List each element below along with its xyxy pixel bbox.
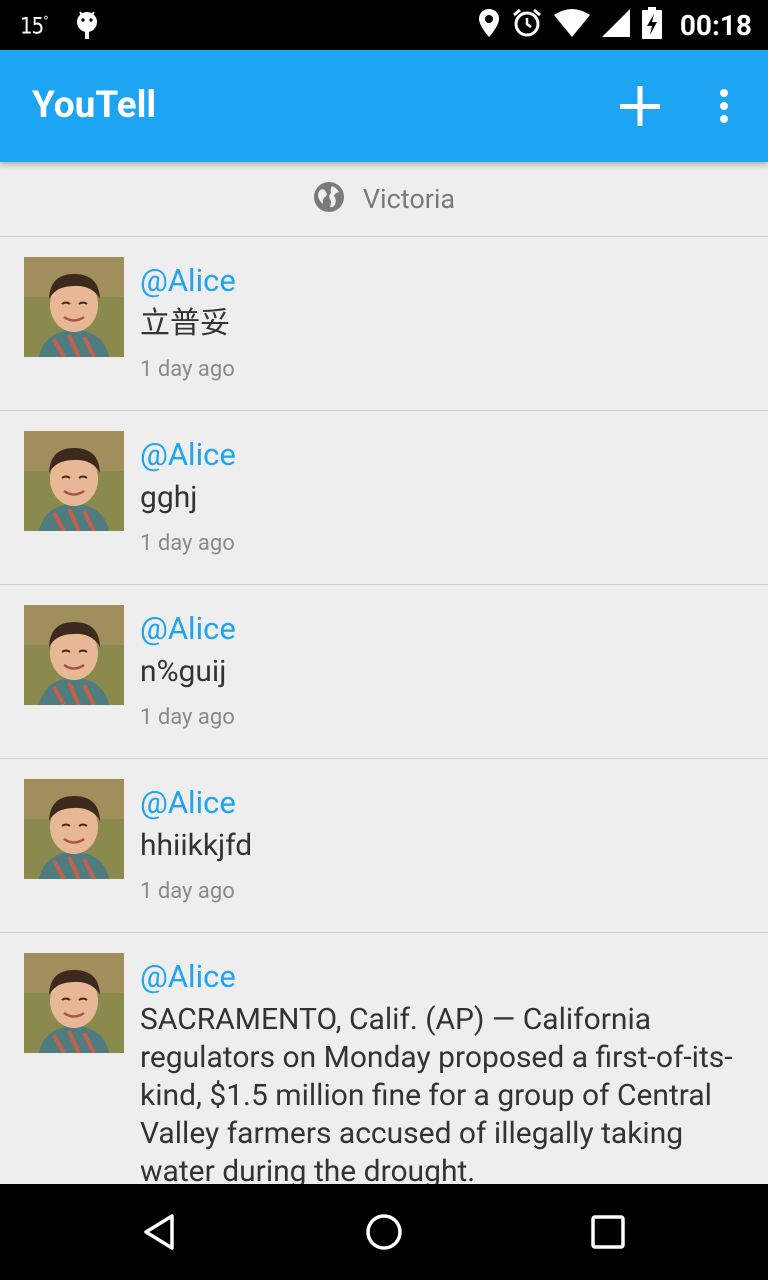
feed[interactable]: Victoria @Alice 立普妥 1 day ago @Alice ggh… xyxy=(0,162,768,1184)
status-bar: 15° 00:18 xyxy=(0,0,768,50)
post-time: 1 day ago xyxy=(140,879,235,904)
post-text: SACRAMENTO, Calif. (AP) — California reg… xyxy=(140,1002,733,1184)
navigation-bar xyxy=(0,1184,768,1280)
back-button[interactable] xyxy=(130,1202,190,1262)
home-icon xyxy=(366,1214,402,1250)
back-icon xyxy=(144,1214,174,1250)
overflow-menu-icon xyxy=(720,89,728,123)
plus-icon xyxy=(620,86,660,126)
post-item[interactable]: @Alice hhiikkjfd 1 day ago xyxy=(0,759,768,933)
avatar[interactable] xyxy=(24,953,124,1053)
post-text: n%guij xyxy=(140,654,227,689)
recents-button[interactable] xyxy=(578,1202,638,1262)
location-label: Victoria xyxy=(362,183,456,215)
post-text: 立普妥 xyxy=(140,306,230,341)
post-username[interactable]: @Alice xyxy=(140,435,740,475)
android-icon xyxy=(76,10,98,44)
alarm-icon xyxy=(512,8,542,42)
post-item[interactable]: @Alice 立普妥 1 day ago xyxy=(0,237,768,411)
add-post-button[interactable] xyxy=(612,78,668,134)
recents-icon xyxy=(591,1215,625,1249)
post-time: 1 day ago xyxy=(140,531,235,556)
post-username[interactable]: @Alice xyxy=(140,261,740,301)
home-button[interactable] xyxy=(354,1202,414,1262)
post-text: gghj xyxy=(140,480,198,515)
post-item[interactable]: @Alice gghj 1 day ago xyxy=(0,411,768,585)
app-bar: YouTell xyxy=(0,50,768,162)
signal-icon xyxy=(601,9,630,41)
post-text: hhiikkjfd xyxy=(140,828,253,863)
post-username[interactable]: @Alice xyxy=(140,609,740,649)
post-username[interactable]: @Alice xyxy=(140,783,740,823)
post-item[interactable]: @Alice n%guij 1 day ago xyxy=(0,585,768,759)
avatar[interactable] xyxy=(24,431,124,531)
avatar[interactable] xyxy=(24,257,124,357)
location-icon xyxy=(478,8,500,42)
location-bar[interactable]: Victoria xyxy=(0,162,768,237)
app-title: YouTell xyxy=(32,84,157,127)
post-time: 1 day ago xyxy=(140,705,235,730)
battery-charging-icon xyxy=(641,7,662,43)
wifi-icon xyxy=(553,9,590,41)
avatar[interactable] xyxy=(24,779,124,879)
clock: 00:18 xyxy=(679,8,752,42)
post-time: 1 day ago xyxy=(140,357,235,382)
temperature: 15° xyxy=(20,14,49,40)
globe-icon xyxy=(313,181,345,217)
post-item[interactable]: @Alice SACRAMENTO, Calif. (AP) — Califor… xyxy=(0,933,768,1184)
avatar[interactable] xyxy=(24,605,124,705)
post-username[interactable]: @Alice xyxy=(140,957,740,997)
overflow-menu-button[interactable] xyxy=(700,78,748,134)
